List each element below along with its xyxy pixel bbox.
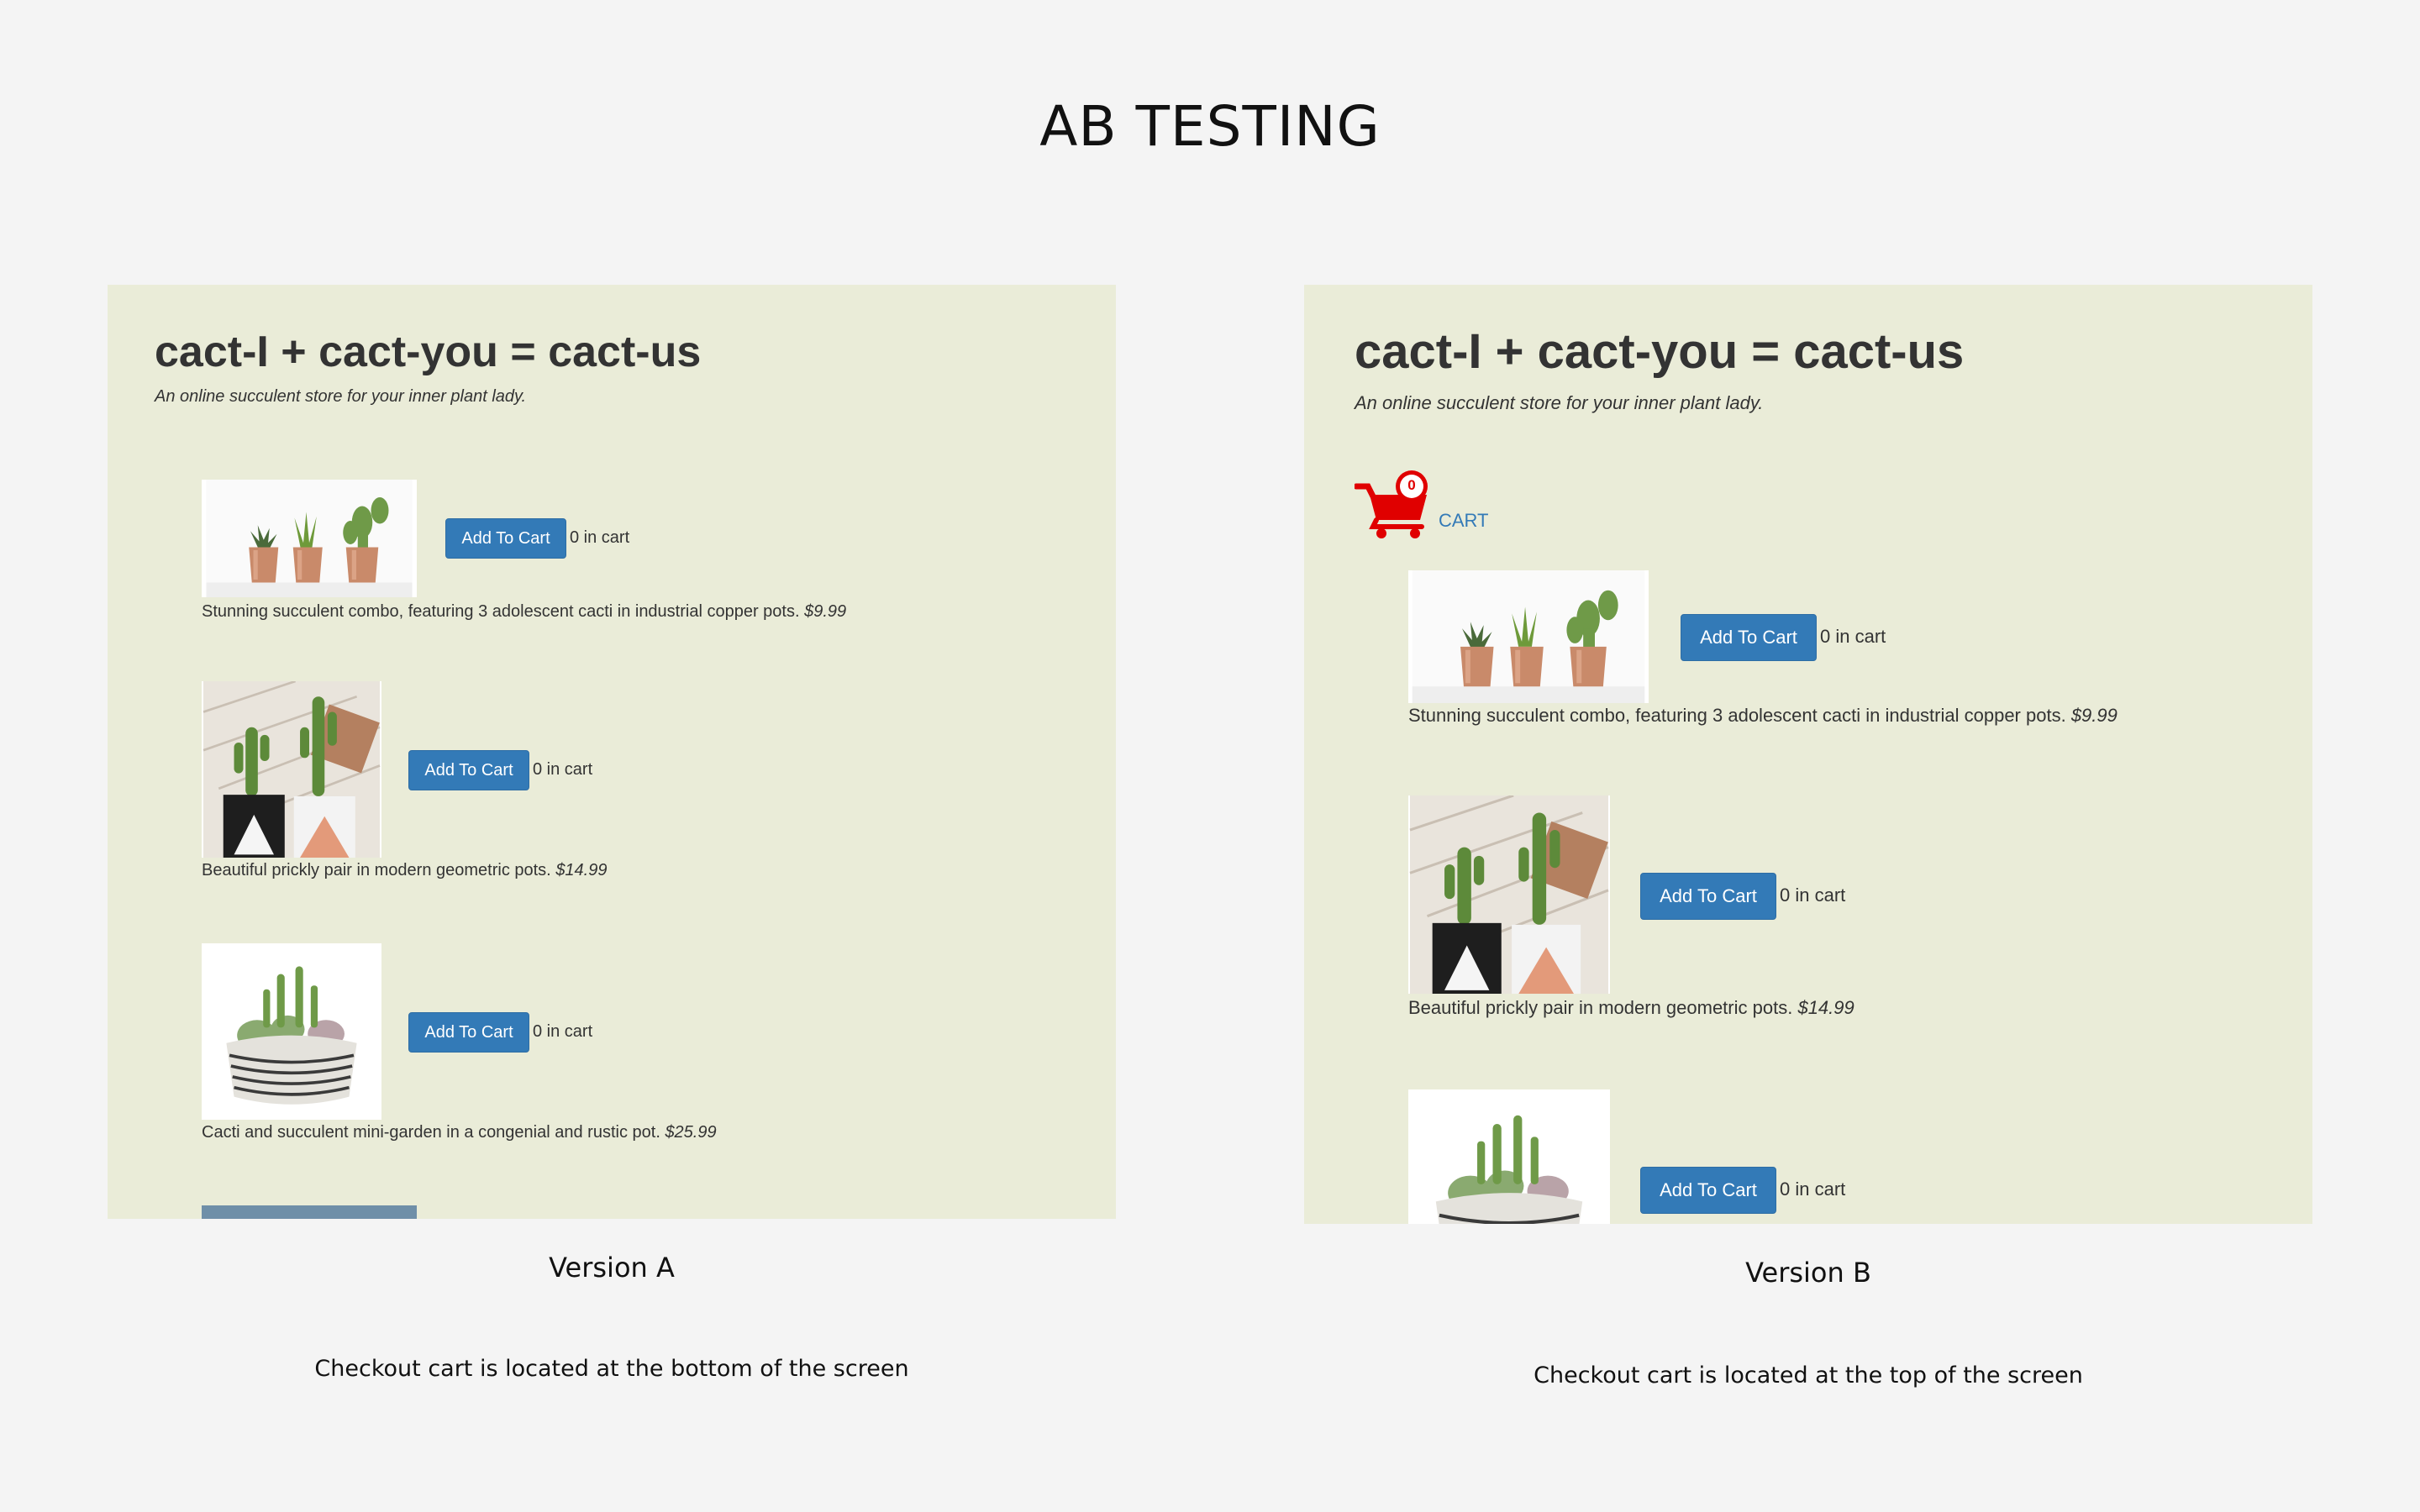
version-b-label: Version B (1745, 1257, 1871, 1289)
product-price: $14.99 (555, 861, 608, 879)
cart-count: 0 in cart (1780, 885, 1846, 906)
version-a-note: Checkout cart is located at the bottom o… (314, 1356, 909, 1382)
product-description: Cacti and succulent mini-garden in a con… (202, 1123, 717, 1142)
product-description: Stunning succulent combo, featuring 3 ad… (1408, 705, 2118, 727)
product-image (202, 943, 381, 1120)
description-text: Stunning succulent combo, featuring 3 ad… (202, 602, 800, 621)
store-tagline: An online succulent store for your inner… (155, 387, 527, 406)
add-to-cart-button[interactable]: Add To Cart (445, 518, 566, 559)
cart-count: 0 in cart (570, 528, 630, 547)
add-to-cart-button[interactable]: Add To Cart (1681, 614, 1817, 661)
version-a-label: Version A (549, 1252, 675, 1284)
geometric-pots-image (1408, 795, 1610, 994)
product-price: $14.99 (1797, 997, 1854, 1018)
product-description: Beautiful prickly pair in modern geometr… (1408, 997, 1854, 1019)
product-image-partial (202, 1205, 417, 1219)
description-text: Beautiful prickly pair in modern geometr… (1408, 997, 1793, 1018)
cart-count: 0 in cart (533, 760, 593, 779)
cacti-combo-image (1408, 570, 1649, 703)
store-title: cact-I + cact-you = cact-us (1355, 324, 1965, 379)
product-image (202, 480, 417, 597)
product-price: $25.99 (665, 1123, 717, 1142)
mini-garden-image (1408, 1089, 1610, 1224)
product-description: Stunning succulent combo, featuring 3 ad… (202, 602, 846, 622)
version-a-screenshot: cact-I + cact-you = cact-us An online su… (108, 285, 1116, 1219)
product-image (202, 681, 381, 858)
add-to-cart-button[interactable]: Add To Cart (1640, 1167, 1776, 1214)
product-image (1408, 570, 1649, 703)
cart-badge-count: 0 (1407, 477, 1416, 493)
description-text: Stunning succulent combo, featuring 3 ad… (1408, 705, 2066, 726)
version-b-note: Checkout cart is located at the top of t… (1534, 1362, 2083, 1389)
cart-label[interactable]: CART (1439, 510, 1489, 532)
store-title: cact-I + cact-you = cact-us (155, 328, 702, 376)
product-description: Beautiful prickly pair in modern geometr… (202, 861, 607, 880)
store-tagline: An online succulent store for your inner… (1355, 392, 1764, 413)
page-title: AB TESTING (1039, 94, 1381, 159)
cart-count: 0 in cart (533, 1022, 593, 1041)
cart-count: 0 in cart (1820, 626, 1886, 647)
geometric-pots-image (202, 681, 381, 858)
product-image (1408, 795, 1610, 994)
description-text: Beautiful prickly pair in modern geometr… (202, 861, 551, 879)
mini-garden-image (202, 943, 381, 1120)
product-price: $9.99 (804, 602, 847, 621)
add-to-cart-button[interactable]: Add To Cart (1640, 873, 1776, 920)
product-image (1408, 1089, 1610, 1224)
product-price: $9.99 (2070, 705, 2118, 726)
version-b-screenshot: cact-I + cact-you = cact-us An online su… (1304, 285, 2312, 1224)
cacti-combo-image (202, 480, 417, 597)
cart-link[interactable]: 0 CART (1353, 468, 1489, 544)
cart-count: 0 in cart (1780, 1179, 1846, 1200)
description-text: Cacti and succulent mini-garden in a con… (202, 1123, 660, 1142)
add-to-cart-button[interactable]: Add To Cart (408, 750, 529, 790)
shopping-cart-icon (1353, 470, 1428, 538)
add-to-cart-button[interactable]: Add To Cart (408, 1012, 529, 1053)
